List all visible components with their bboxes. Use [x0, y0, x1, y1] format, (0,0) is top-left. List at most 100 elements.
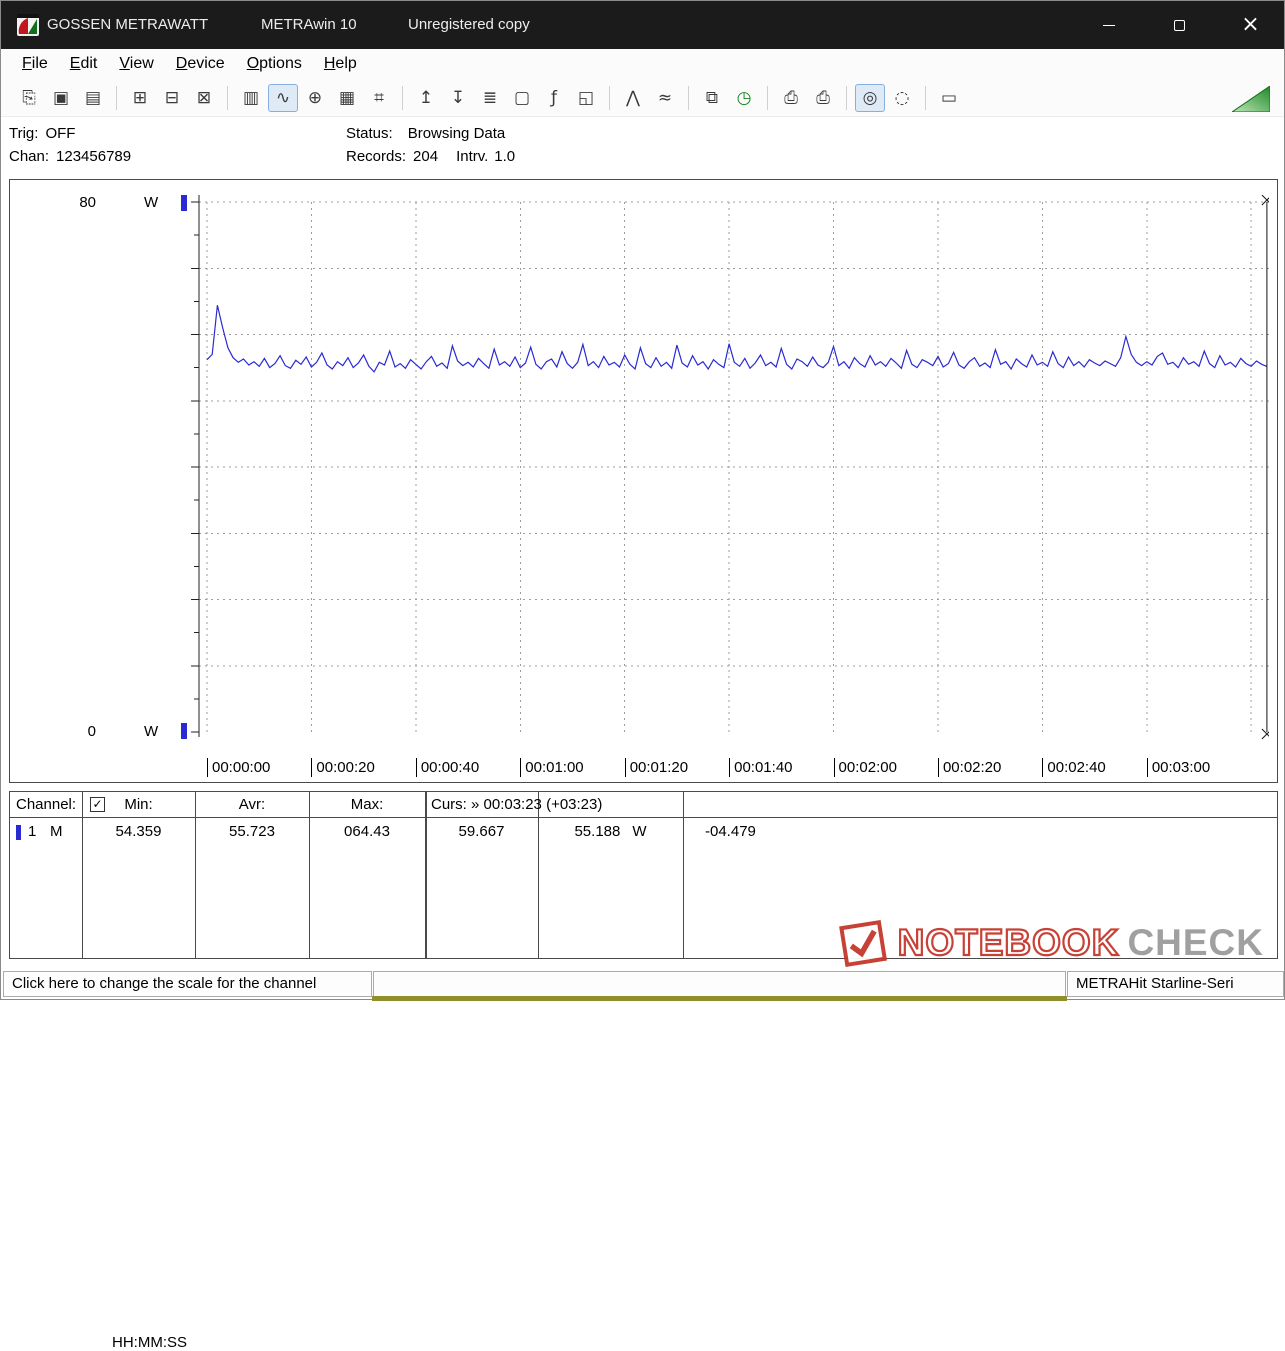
menu-view[interactable]: View — [108, 55, 164, 73]
crosshair-view-icon[interactable]: ⊕ — [300, 84, 330, 112]
device-download-icon[interactable]: ↧ — [443, 84, 473, 112]
bar-chart-view-icon[interactable]: ⌗ — [364, 84, 394, 112]
x-axis-tick-label: 00:01:00 — [520, 758, 583, 777]
table-divider — [538, 792, 539, 958]
records-value: 204 — [413, 148, 438, 166]
cursor1-value: 59.667 — [425, 823, 538, 840]
toolbar-separator — [846, 86, 847, 110]
channel-list-icon[interactable]: ≣ — [475, 84, 505, 112]
menu-file[interactable]: File — [11, 55, 59, 73]
toolbar-separator — [688, 86, 689, 110]
statusbar-scale-hint[interactable]: Click here to change the scale for the c… — [3, 971, 372, 997]
statusbar-device-name: METRAHit Starline-Seri — [1067, 971, 1284, 997]
x-axis-tick-label: 00:02:00 — [834, 758, 897, 777]
table-divider — [195, 792, 196, 958]
trigger-value: OFF — [45, 125, 75, 143]
channel-status: Chan: 123456789 — [9, 148, 131, 166]
minimize-button[interactable] — [1073, 1, 1144, 49]
header-avr: Avr: — [195, 796, 309, 813]
trigger-status: Trig: OFF — [9, 125, 75, 143]
interval-label: Intrv. — [456, 148, 488, 166]
line-chart-view-icon[interactable]: ∿ — [268, 84, 298, 112]
app-status: Status: Browsing Data — [346, 125, 505, 143]
envelope-curves-icon[interactable]: ≈ — [650, 84, 680, 112]
device-new-icon[interactable]: ⊞ — [125, 84, 155, 112]
x-axis-tick-label: 00:03:00 — [1147, 758, 1210, 777]
app-icon — [17, 14, 39, 36]
toolbar-separator — [925, 86, 926, 110]
y-axis-unit-top: W — [144, 194, 158, 211]
monitor-icon[interactable]: ▢ — [507, 84, 537, 112]
statusbar-progress-strip — [372, 996, 1067, 1001]
print-setup-icon[interactable]: ⎙ — [808, 84, 838, 112]
zoom-curve-icon[interactable]: ◎ — [855, 84, 885, 112]
multimeter-display-icon[interactable]: ▥ — [236, 84, 266, 112]
toolbar-separator — [227, 86, 228, 110]
y-axis-unit-bottom: W — [144, 723, 158, 740]
menu-device[interactable]: Device — [165, 55, 236, 73]
status-label: Status: — [346, 125, 393, 143]
timer-icon[interactable]: ◷ — [729, 84, 759, 112]
cursor2-unit: W — [632, 823, 646, 840]
table-divider — [683, 792, 684, 958]
channel-row-color-marker — [16, 825, 21, 840]
maximize-button[interactable] — [1144, 1, 1215, 49]
chart-panel: 80 W 0 W HH:MM:SS 00:00:0000:00:2000:00:… — [9, 179, 1278, 783]
header-channel: Channel: — [16, 796, 76, 813]
y-axis-min-label: 0 — [66, 723, 96, 740]
records-status: Records: 204 Intrv. 1.0 — [346, 148, 515, 166]
menu-options[interactable]: Options — [236, 55, 313, 73]
power-chart-plot[interactable] — [191, 195, 1269, 740]
open-file-icon[interactable]: ⎘ — [14, 84, 44, 112]
close-button[interactable]: × — [1215, 1, 1285, 49]
toolbar-separator — [767, 86, 768, 110]
interval-value: 1.0 — [494, 148, 515, 166]
x-axis-labels-row: HH:MM:SS 00:00:0000:00:2000:00:4000:01:0… — [10, 756, 1277, 778]
channel-avr-value: 55.723 — [195, 823, 309, 840]
x-axis-tick-label: 00:01:20 — [625, 758, 688, 777]
copy-clipboard-icon[interactable]: ⧉ — [697, 84, 727, 112]
formula-icon[interactable]: ƒ — [539, 84, 569, 112]
menu-help[interactable]: Help — [313, 55, 368, 73]
cursor2-value-cell: 55.188 W — [538, 823, 683, 840]
app-name: GOSSEN METRAWATT — [47, 1, 208, 49]
x-axis-tick-label: 00:02:20 — [938, 758, 1001, 777]
export-file-icon[interactable]: ▤ — [78, 84, 108, 112]
channel-color-marker-bottom — [181, 723, 187, 739]
save-file-icon[interactable]: ▣ — [46, 84, 76, 112]
menu-edit[interactable]: Edit — [59, 55, 109, 73]
title-bar: GOSSEN METRAWATT METRAwin 10 Unregistere… — [1, 1, 1284, 49]
table-divider-cursor — [425, 792, 427, 958]
x-axis-format-label: HH:MM:SS — [112, 1334, 187, 1351]
x-axis-tick-label: 00:00:40 — [416, 758, 479, 777]
status-value: Browsing Data — [408, 125, 506, 143]
green-triangle-indicator — [1232, 86, 1270, 112]
table-divider — [309, 792, 310, 958]
device-clear-icon[interactable]: ⊟ — [157, 84, 187, 112]
channel-label: Chan: — [9, 148, 49, 166]
memory-icon[interactable]: ◱ — [571, 84, 601, 112]
statusbar-middle-cell — [373, 971, 1066, 997]
channel-min-value: 54.359 — [82, 823, 195, 840]
app-window: GOSSEN METRAWATT METRAwin 10 Unregistere… — [0, 0, 1285, 1000]
y-axis-max-label: 80 — [66, 194, 96, 211]
channel-mode: M — [50, 823, 63, 840]
toolbar-separator — [116, 86, 117, 110]
channel-max-value: 064.43 — [309, 823, 425, 840]
header-min: Min: — [82, 796, 195, 813]
table-view-icon[interactable]: ▦ — [332, 84, 362, 112]
channel-number[interactable]: 1 — [28, 823, 36, 840]
channel-color-marker-top — [181, 195, 187, 211]
print-icon[interactable]: ⎙ — [776, 84, 806, 112]
records-label: Records: — [346, 148, 406, 166]
menu-bar: FileEditViewDeviceOptionsHelp — [1, 49, 1284, 79]
trigger-label: Trig: — [9, 125, 38, 143]
license-status: Unregistered copy — [408, 1, 530, 49]
split-curves-icon[interactable]: ⋀ — [618, 84, 648, 112]
annotation-icon[interactable]: ▭ — [934, 84, 964, 112]
x-axis-tick-label: 00:00:00 — [207, 758, 270, 777]
zoom-reset-icon[interactable]: ◌ — [887, 84, 917, 112]
device-eject-icon[interactable]: ⊠ — [189, 84, 219, 112]
table-divider — [82, 792, 83, 958]
device-upload-icon[interactable]: ↥ — [411, 84, 441, 112]
